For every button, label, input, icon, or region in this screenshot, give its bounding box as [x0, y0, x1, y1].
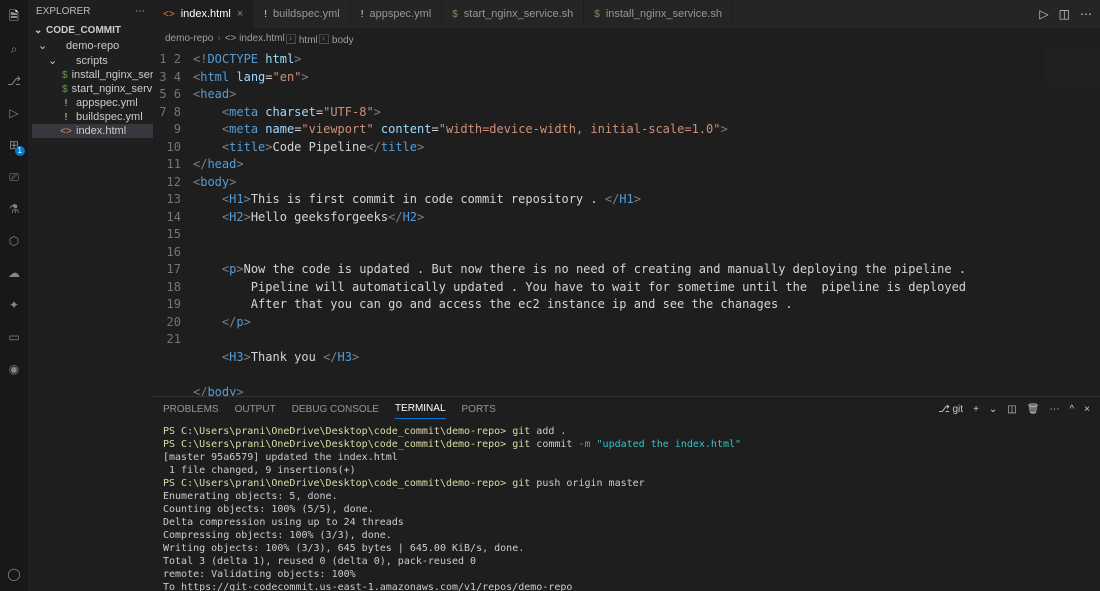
- panel-tab[interactable]: OUTPUT: [235, 400, 276, 419]
- terminal-profile[interactable]: ⎇ git: [938, 404, 963, 415]
- main-area: <>index.html×!buildspec.yml!appspec.yml$…: [153, 0, 1100, 591]
- terminal[interactable]: PS C:\Users\prani\OneDrive\Desktop\code_…: [153, 421, 1100, 591]
- file-tree: ⌄demo-repo⌄scripts$install_nginx_service…: [28, 38, 153, 591]
- breadcrumb[interactable]: demo-repo›<> index.html›⃞ html›⃞ body: [153, 28, 1100, 49]
- overflow-icon[interactable]: ⋯: [1049, 404, 1059, 415]
- panel-tab[interactable]: PORTS: [462, 400, 496, 419]
- panel-tab[interactable]: PROBLEMS: [163, 400, 219, 419]
- minimap[interactable]: [1045, 49, 1100, 396]
- tree-item[interactable]: ⌄scripts: [32, 53, 153, 68]
- remote-icon[interactable]: ⎚: [5, 168, 23, 186]
- code-area[interactable]: <!DOCTYPE html> <html lang="en"> <head> …: [193, 49, 1100, 396]
- close-icon[interactable]: ×: [237, 8, 243, 20]
- editor[interactable]: 1 2 3 4 5 6 7 8 9 10 11 12 13 14 15 16 1…: [153, 49, 1100, 396]
- generic-icon-5[interactable]: ◉: [5, 360, 23, 378]
- extensions-icon[interactable]: ⊞1: [5, 136, 23, 154]
- explorer-icon[interactable]: 🗎: [5, 8, 23, 26]
- panel-tab[interactable]: DEBUG CONSOLE: [292, 400, 379, 419]
- run-debug-icon[interactable]: ▷: [5, 104, 23, 122]
- bottom-panel: PROBLEMS OUTPUT DEBUG CONSOLE TERMINAL PORTS…: [153, 396, 1100, 591]
- play-icon[interactable]: ▷: [1039, 7, 1048, 21]
- tree-item[interactable]: !appspec.yml: [32, 96, 153, 110]
- account-icon[interactable]: ◯: [5, 565, 23, 583]
- new-terminal-icon[interactable]: +: [973, 404, 979, 415]
- close-panel-icon[interactable]: ×: [1084, 404, 1090, 415]
- generic-icon-2[interactable]: ☁: [5, 264, 23, 282]
- editor-tabs: <>index.html×!buildspec.yml!appspec.yml$…: [153, 0, 1100, 28]
- generic-icon-3[interactable]: ✦: [5, 296, 23, 314]
- editor-tab[interactable]: $install_nginx_service.sh: [584, 0, 733, 28]
- sidebar-header: EXPLORER ⋯: [28, 0, 153, 23]
- split-icon[interactable]: ◫: [1059, 7, 1070, 21]
- collapse-icon[interactable]: ^: [1069, 404, 1074, 415]
- editor-tab[interactable]: !buildspec.yml: [254, 0, 350, 28]
- source-control-icon[interactable]: ⎇: [5, 72, 23, 90]
- activity-bar: 🗎 ⌕ ⎇ ▷ ⊞1 ⎚ ⚗ ⬡ ☁ ✦ ▭ ◉ ◯: [0, 0, 28, 591]
- generic-icon-1[interactable]: ⬡: [5, 232, 23, 250]
- test-icon[interactable]: ⚗: [5, 200, 23, 218]
- panel-tabs: PROBLEMS OUTPUT DEBUG CONSOLE TERMINAL PORTS…: [153, 397, 1100, 421]
- explorer-title: EXPLORER: [36, 6, 90, 17]
- generic-icon-4[interactable]: ▭: [5, 328, 23, 346]
- split-terminal-icon[interactable]: ◫: [1007, 404, 1016, 415]
- tree-item[interactable]: ⌄demo-repo: [32, 38, 153, 53]
- line-gutter: 1 2 3 4 5 6 7 8 9 10 11 12 13 14 15 16 1…: [153, 49, 193, 396]
- tree-item[interactable]: $install_nginx_service.sh: [32, 68, 153, 82]
- tree-item[interactable]: <>index.html: [32, 124, 153, 138]
- tree-item[interactable]: $start_nginx_service.sh: [32, 82, 153, 96]
- panel-tab[interactable]: TERMINAL: [395, 399, 446, 419]
- trash-icon[interactable]: 🗑: [1027, 404, 1040, 415]
- tree-item[interactable]: !buildspec.yml: [32, 110, 153, 124]
- sidebar-more-icon[interactable]: ⋯: [135, 6, 145, 17]
- sidebar: EXPLORER ⋯ ⌄CODE_COMMIT ⌄demo-repo⌄scrip…: [28, 0, 153, 591]
- editor-tab[interactable]: <>index.html×: [153, 0, 254, 28]
- editor-tab[interactable]: $start_nginx_service.sh: [442, 0, 584, 28]
- more-icon[interactable]: ⋯: [1080, 7, 1092, 21]
- folder-section[interactable]: ⌄CODE_COMMIT: [28, 23, 153, 38]
- editor-tab[interactable]: !appspec.yml: [351, 0, 443, 28]
- search-icon[interactable]: ⌕: [5, 40, 23, 58]
- terminal-dropdown-icon[interactable]: ⌄: [989, 404, 997, 415]
